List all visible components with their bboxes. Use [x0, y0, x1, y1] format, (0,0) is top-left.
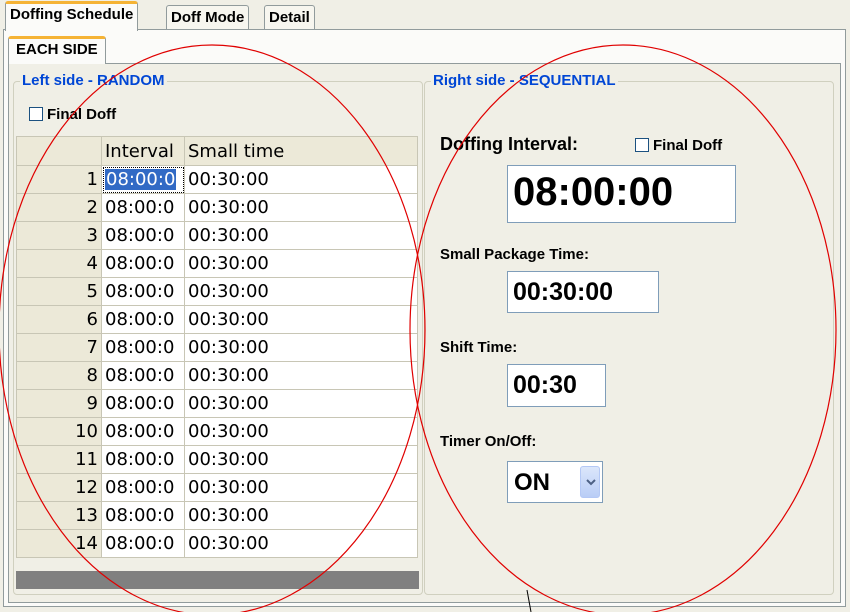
small-time-cell[interactable]: 00:30:00 — [184, 417, 418, 446]
row-header[interactable]: 10 — [16, 417, 102, 446]
table-row[interactable]: 14 08:00:0 00:30:00 — [16, 529, 418, 558]
small-time-cell[interactable]: 00:30:00 — [184, 249, 418, 278]
small-time-cell[interactable]: 00:30:00 — [184, 277, 418, 306]
interval-cell[interactable]: 08:00:0 — [101, 333, 185, 362]
grid-footer — [16, 571, 419, 589]
interval-cell[interactable]: 08:00:0 — [101, 193, 185, 222]
interval-cell[interactable]: 08:00:0 — [101, 249, 185, 278]
row-header[interactable]: 8 — [16, 361, 102, 390]
small-time-cell[interactable]: 00:30:00 — [184, 361, 418, 390]
row-header[interactable]: 9 — [16, 389, 102, 418]
small-time-cell[interactable]: 00:30:00 — [184, 165, 418, 194]
table-row[interactable]: 8 08:00:0 00:30:00 — [16, 361, 418, 390]
tab-doffing-schedule[interactable]: Doffing Schedule — [5, 1, 139, 31]
column-header-interval[interactable]: Interval — [101, 136, 185, 166]
table-row[interactable]: 9 08:00:0 00:30:00 — [16, 389, 418, 418]
small-time-cell[interactable]: 00:30:00 — [184, 529, 418, 558]
interval-cell[interactable]: 08:00:0 — [101, 305, 185, 334]
row-header[interactable]: 1 — [16, 165, 102, 194]
interval-cell[interactable]: 08:00:0 — [101, 445, 185, 474]
timer-on-off-label: Timer On/Off: — [440, 433, 537, 450]
small-time-cell[interactable]: 00:30:00 — [184, 473, 418, 502]
small-package-time-label: Small Package Time: — [440, 246, 589, 263]
row-header[interactable]: 5 — [16, 277, 102, 306]
column-header-small-time[interactable]: Small time — [184, 136, 418, 166]
row-header[interactable]: 6 — [16, 305, 102, 334]
timer-select-value: ON — [514, 469, 550, 496]
interval-cell[interactable]: 08:00:0 — [101, 529, 185, 558]
left-final-doff-checkbox[interactable]: Final Doff — [29, 106, 116, 124]
small-time-cell[interactable]: 00:30:00 — [184, 221, 418, 250]
right-final-doff-checkbox[interactable]: Final Doff — [635, 137, 722, 155]
timer-dropdown-button[interactable] — [580, 466, 600, 498]
checkbox-icon[interactable] — [29, 107, 43, 121]
table-row[interactable]: 13 08:00:0 00:30:00 — [16, 501, 418, 530]
row-header[interactable]: 2 — [16, 193, 102, 222]
doffing-interval-label: Doffing Interval: — [440, 134, 578, 154]
small-package-time-input[interactable]: 00:30:00 — [507, 271, 659, 313]
table-row[interactable]: 5 08:00:0 00:30:00 — [16, 277, 418, 306]
row-header[interactable]: 4 — [16, 249, 102, 278]
timer-select[interactable]: ON — [507, 461, 603, 503]
interval-cell[interactable]: 08:00:0 — [101, 473, 185, 502]
table-row[interactable]: 3 08:00:0 00:30:00 — [16, 221, 418, 250]
table-row[interactable]: 6 08:00:0 00:30:00 — [16, 305, 418, 334]
interval-cell[interactable]: 08:00:0 — [101, 277, 185, 306]
table-row[interactable]: 2 08:00:0 00:30:00 — [16, 193, 418, 222]
interval-cell[interactable]: 08:00:0 — [101, 389, 185, 418]
row-header[interactable]: 13 — [16, 501, 102, 530]
doffing-interval-input[interactable]: 08:00:00 — [507, 165, 736, 223]
checkbox-icon[interactable] — [635, 138, 649, 152]
small-time-cell[interactable]: 00:30:00 — [184, 193, 418, 222]
grid-header-row: Interval Small time — [16, 136, 418, 166]
interval-grid: Interval Small time 1 08:00:0 00:30:00 2 08:… — [16, 136, 418, 558]
small-time-cell[interactable]: 00:30:00 — [184, 333, 418, 362]
right-side-group: Right side - SEQUENTIAL — [424, 72, 834, 595]
right-side-title: Right side - SEQUENTIAL — [431, 72, 618, 89]
table-row[interactable]: 1 08:00:0 00:30:00 — [16, 165, 418, 194]
row-header[interactable]: 12 — [16, 473, 102, 502]
tab-detail[interactable]: Detail — [264, 5, 315, 29]
left-final-doff-label: Final Doff — [47, 106, 117, 123]
small-time-cell[interactable]: 00:30:00 — [184, 389, 418, 418]
small-time-cell[interactable]: 00:30:00 — [184, 445, 418, 474]
tab-each-side[interactable]: EACH SIDE — [8, 36, 106, 64]
left-side-title: Left side - RANDOM — [20, 72, 167, 89]
interval-cell[interactable]: 08:00:0 — [101, 221, 185, 250]
table-row[interactable]: 12 08:00:0 00:30:00 — [16, 473, 418, 502]
selected-cell-text: 08:00:0 — [105, 169, 177, 190]
interval-cell[interactable]: 08:00:0 — [101, 417, 185, 446]
table-row[interactable]: 10 08:00:0 00:30:00 — [16, 417, 418, 446]
interval-cell[interactable]: 08:00:0 — [101, 501, 185, 530]
shift-time-input[interactable]: 00:30 — [507, 364, 606, 407]
tab-doff-mode[interactable]: Doff Mode — [166, 5, 250, 29]
chevron-down-icon — [586, 479, 596, 486]
table-row[interactable]: 11 08:00:0 00:30:00 — [16, 445, 418, 474]
row-header[interactable]: 14 — [16, 529, 102, 558]
table-row[interactable]: 7 08:00:0 00:30:00 — [16, 333, 418, 362]
small-time-cell[interactable]: 00:30:00 — [184, 305, 418, 334]
shift-time-label: Shift Time: — [440, 339, 518, 356]
row-header[interactable]: 11 — [16, 445, 102, 474]
grid-corner-cell — [16, 136, 102, 166]
interval-cell[interactable]: 08:00:0 — [101, 165, 185, 194]
interval-cell[interactable]: 08:00:0 — [101, 361, 185, 390]
row-header[interactable]: 3 — [16, 221, 102, 250]
tab-bar: Doffing Schedule Doff Mode Detail — [0, 0, 850, 31]
small-time-cell[interactable]: 00:30:00 — [184, 501, 418, 530]
row-header[interactable]: 7 — [16, 333, 102, 362]
table-row[interactable]: 4 08:00:0 00:30:00 — [16, 249, 418, 278]
right-final-doff-label: Final Doff — [653, 137, 723, 154]
